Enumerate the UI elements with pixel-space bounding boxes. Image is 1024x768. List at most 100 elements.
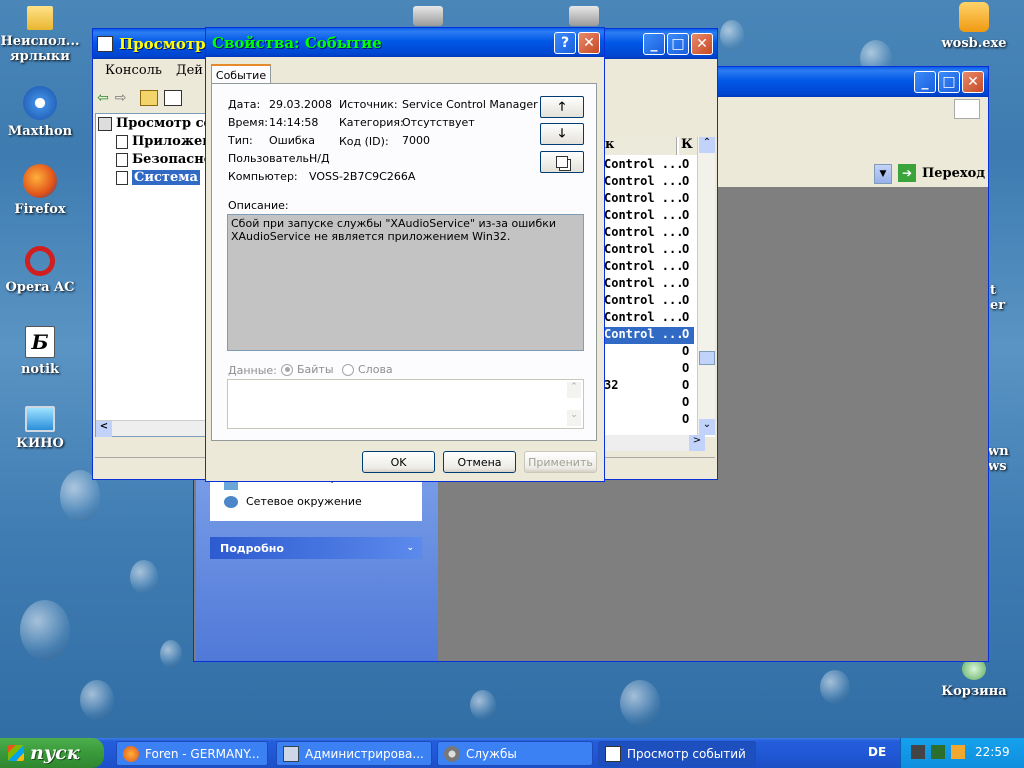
network-tray-icon[interactable] [911,745,925,759]
tree-root[interactable]: Просмотр соб [98,116,221,131]
table-row[interactable]: 32 О [604,378,694,395]
table-row[interactable]: Control ...О [604,174,694,191]
desktop-icon-firefox[interactable]: Firefox [0,164,80,217]
chevron-down-icon: ⌄ [406,543,414,553]
table-row[interactable]: Control ...О [604,208,694,225]
task-event-viewer[interactable]: Просмотр событий [598,741,756,766]
list-hscrollbar[interactable]: > [605,435,705,451]
table-row[interactable]: Control ...О [604,276,694,293]
network-link[interactable]: Сетевое окружение [224,495,362,508]
tree-item-application[interactable]: Приложен [116,134,212,149]
row-category: О [682,344,690,358]
up-folder-icon[interactable] [140,90,159,106]
desktop-icon-label: wosb.exe [941,36,1007,51]
table-row[interactable]: О [604,344,694,361]
table-row[interactable]: Control ...О [604,327,694,344]
forward-arrow-icon[interactable]: ⇨ [115,90,127,106]
data-scroll-up[interactable]: ⌃ [567,382,581,398]
desktop-icon-label: notik [20,362,60,377]
help-button[interactable]: ? [554,31,576,54]
tab-event[interactable]: Событие [211,64,271,84]
data-scroll-down[interactable]: ⌄ [567,410,581,426]
table-row[interactable]: Control ...О [604,225,694,242]
table-row[interactable]: Control ...О [604,157,694,174]
details-header[interactable]: Подробно ⌄ [210,537,422,559]
event-id-label: Код (ID): [339,135,389,148]
tree-hscrollbar[interactable]: < [96,420,206,437]
close-button[interactable]: ✕ [578,31,600,54]
close-button[interactable]: ✕ [691,33,713,55]
apply-button[interactable]: Применить [524,451,597,473]
row-category: О [682,157,690,171]
row-category: О [682,191,690,205]
column-header-category[interactable]: К [679,137,697,155]
radio-bytes[interactable]: Байты [281,363,334,376]
scroll-thumb[interactable] [699,351,715,365]
computer-value: VOSS-2B7C9C266A [309,170,416,183]
desktop-top-icon-2 [569,6,599,26]
table-row[interactable]: Control ...О [604,310,694,327]
desktop-icon-opera[interactable]: Opera AC [0,246,80,295]
description-text[interactable]: Сбой при запуске службы "XAudioService" … [227,214,584,351]
data-box[interactable]: ⌃ ⌄ [227,379,584,429]
link-label: Сетевое окружение [246,495,362,508]
table-row[interactable]: Control ...О [604,293,694,310]
close-button[interactable]: ✕ [962,71,984,93]
next-event-button[interactable]: 🡓 [540,123,584,145]
table-row[interactable]: Control ...О [604,242,694,259]
ok-button[interactable]: OK [362,451,435,473]
log-icon [116,152,128,167]
cancel-button[interactable]: Отмена [443,451,516,473]
table-row[interactable]: Control ...О [604,191,694,208]
admin-tools-icon [283,745,299,762]
minimize-button[interactable]: _ [914,71,936,93]
row-source: Control ... [604,276,684,290]
scroll-down-arrow[interactable]: ⌄ [699,419,715,435]
minimize-button[interactable]: _ [643,33,665,55]
row-category: О [682,327,690,341]
table-row[interactable]: О [604,361,694,378]
row-source: Control ... [604,242,684,256]
toolbar: ⇦ ⇨ [97,87,183,109]
dialog-title: Свойства: Событие [212,33,382,52]
list-vscrollbar[interactable]: ⌃ ⌄ [697,137,715,435]
back-arrow-icon[interactable]: ⇦ [97,90,109,106]
copy-button[interactable] [540,151,584,173]
task-administration[interactable]: Администрирова... [276,741,432,766]
show-tree-icon[interactable] [164,90,183,106]
desktop-icon-label: Maxthon [7,124,73,139]
go-button[interactable]: ➔ Переход [898,164,985,182]
date-value: 29.03.2008 [269,98,332,111]
table-row[interactable]: Control ...О [604,259,694,276]
tree-item-security[interactable]: Безопасно [116,152,212,167]
desktop-icon-kino[interactable]: КИНО [0,406,80,451]
maximize-button[interactable]: □ [667,33,689,55]
task-services[interactable]: Службы [437,741,593,766]
table-row[interactable]: О [604,412,694,429]
tree-item-system[interactable]: Система [116,170,200,185]
radio-words[interactable]: Слова [342,363,393,376]
scroll-up-arrow[interactable]: ⌃ [699,137,715,153]
column-header-source[interactable]: к [603,137,677,155]
scroll-right-arrow[interactable]: > [689,435,705,451]
event-viewer-icon [97,36,113,52]
desktop-icon-wosb[interactable]: wosb.exe [934,2,1014,51]
scroll-left-arrow[interactable]: < [96,421,112,437]
previous-event-button[interactable]: 🡑 [540,96,584,118]
desktop-icon-unused-shortcuts[interactable]: Неиспол... ярлыки [0,6,80,64]
desktop-icon-notik[interactable]: Б notik [0,326,80,377]
menu-action[interactable]: Дей [170,63,209,83]
desktop-icon-maxthon[interactable]: Maxthon [0,86,80,139]
maximize-button[interactable]: □ [938,71,960,93]
volume-tray-icon[interactable] [931,745,945,759]
menu-console[interactable]: Консоль [97,63,170,83]
start-button[interactable]: пуск [0,738,104,768]
task-firefox[interactable]: Foren - GERMANY... [116,741,268,766]
language-indicator[interactable]: DE [868,745,886,759]
desktop-icon-recycle-bin[interactable]: Корзина [934,658,1014,699]
table-row[interactable]: О [604,395,694,412]
power-tray-icon[interactable] [951,745,965,759]
address-dropdown-arrow[interactable]: ▼ [874,164,892,184]
row-category: О [682,395,690,409]
desktop-icon-partial-right: t er [990,283,1006,313]
